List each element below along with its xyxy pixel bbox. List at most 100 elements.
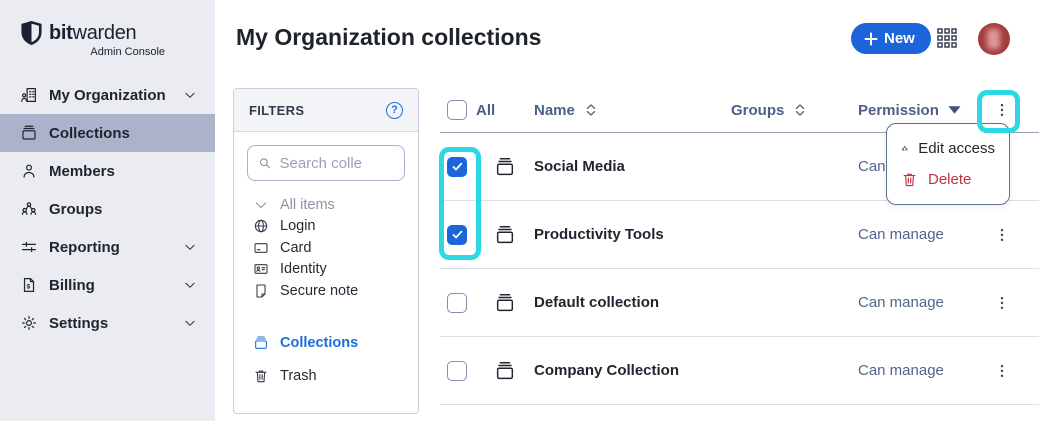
options-context-menu: Edit access Delete [886,123,1010,205]
menu-item-edit-access[interactable]: Edit access [887,133,1009,164]
globe-icon [253,218,269,234]
row-checkbox[interactable] [447,157,467,177]
search-icon [258,155,271,171]
filters-panel: FILTERS ? All items [233,88,419,414]
row-options-kebab-button[interactable] [990,222,1014,248]
chevron-down-icon [183,278,197,292]
row-options-kebab-button[interactable] [990,290,1014,316]
permission-value: Can manage [858,362,944,379]
permission-value: Can manage [858,294,944,311]
collection-name[interactable]: Social Media [534,158,625,175]
table-row: Productivity Tools Can manage [440,201,1039,269]
sidebar-item-label: Reporting [49,239,120,256]
avatar-initials-blurred [987,29,1000,49]
help-icon[interactable]: ? [386,102,403,119]
caret-down-icon[interactable] [947,104,962,116]
collection-name[interactable]: Productivity Tools [534,226,664,243]
collection-icon [494,292,516,314]
kebab-icon [993,98,1011,122]
row-checkbox[interactable] [447,361,467,381]
account-avatar[interactable] [978,23,1010,55]
collection-name[interactable]: Default collection [534,294,659,311]
svg-text:$: $ [26,283,30,290]
row-options-kebab-button[interactable] [990,358,1014,384]
collections-icon [253,335,269,351]
row-checkbox[interactable] [447,225,467,245]
chevron-down-icon [183,316,197,330]
select-all-label: All [476,102,495,119]
billing-icon: $ [20,276,38,294]
sidebar-item-collections[interactable]: Collections [0,114,215,152]
filter-item-identity[interactable]: Identity [253,259,405,281]
member-icon [20,162,38,180]
row-checkbox[interactable] [447,293,467,313]
search-box [247,145,405,181]
filters-header: FILTERS ? [234,89,418,132]
sidebar-nav: My Organization Collections Members [0,76,215,342]
chevron-down-icon [183,240,197,254]
sidebar-item-label: Members [49,163,115,180]
filter-item-all-items[interactable]: All items [253,194,405,216]
settings-icon [20,314,38,332]
apps-grid-icon [937,28,957,48]
chevron-down-icon [253,197,269,213]
table-row: Default collection Can manage [440,269,1039,337]
kebab-icon [993,359,1011,383]
bitwarden-admin-console: bitwarden Admin Console My Organization … [0,0,1039,421]
check-icon [451,228,464,241]
note-icon [253,283,269,299]
plus-icon [864,32,878,46]
logo-subtitle: Admin Console [20,46,168,58]
new-button[interactable]: New [851,23,931,54]
kebab-icon [993,223,1011,247]
sidebar-item-label: Groups [49,201,102,218]
sidebar-item-billing[interactable]: $ Billing [0,266,215,304]
filter-item-trash[interactable]: Trash [253,365,405,387]
select-all-checkbox[interactable] [447,100,467,120]
filters-title: FILTERS [249,103,304,118]
users-icon [901,140,908,157]
check-icon [451,160,464,173]
reporting-icon [20,238,38,256]
app-switcher-button[interactable] [936,28,958,50]
groups-icon [20,200,38,218]
collection-icon [494,224,516,246]
filter-item-secure-note[interactable]: Secure note [253,280,405,302]
column-header-groups[interactable]: Groups [731,102,784,119]
sidebar-item-groups[interactable]: Groups [0,190,215,228]
collections-icon [20,124,38,142]
card-icon [253,240,269,256]
column-header-name[interactable]: Name [534,102,575,119]
sidebar-item-label: My Organization [49,87,166,104]
trash-icon [253,368,269,384]
menu-item-delete[interactable]: Delete [887,164,1009,195]
shield-icon [20,20,43,46]
page-title: My Organization collections [236,24,541,51]
sidebar-item-reporting[interactable]: Reporting [0,228,215,266]
permission-value: Can manage [858,226,944,243]
sort-icon[interactable] [792,102,808,118]
header-options-kebab-button[interactable] [990,97,1014,123]
filter-item-card[interactable]: Card [253,237,405,259]
sidebar-item-label: Billing [49,277,95,294]
table-row: Company Collection Can manage [440,337,1039,405]
sidebar-item-my-organization[interactable]: My Organization [0,76,215,114]
sidebar: bitwarden Admin Console My Organization … [0,0,215,421]
column-header-permission[interactable]: Permission [858,102,939,119]
sort-icon[interactable] [583,102,599,118]
bitwarden-logo: bitwarden Admin Console [0,0,168,58]
kebab-icon [993,291,1011,315]
collection-name[interactable]: Company Collection [534,362,679,379]
sidebar-item-settings[interactable]: Settings [0,304,215,342]
organization-icon [20,86,38,104]
sidebar-item-members[interactable]: Members [0,152,215,190]
chevron-down-icon [183,88,197,102]
sidebar-item-label: Collections [49,125,130,142]
main-content: My Organization collections New FILTERS [215,0,1039,421]
filter-item-login[interactable]: Login [253,216,405,238]
identity-icon [253,261,269,277]
search-input[interactable] [279,155,394,172]
filter-item-collections[interactable]: Collections [253,333,405,355]
sidebar-item-label: Settings [49,315,108,332]
trash-icon [901,171,918,188]
